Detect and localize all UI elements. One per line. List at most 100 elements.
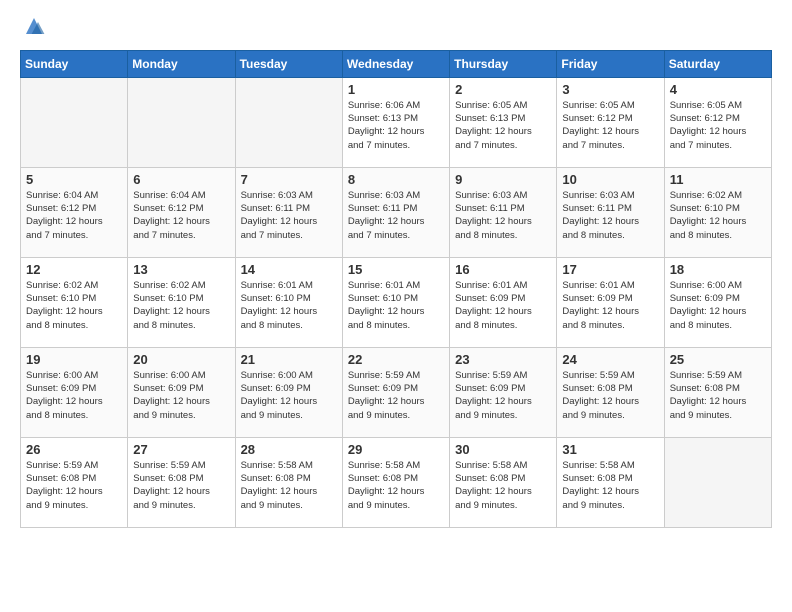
day-number: 12 [26, 262, 122, 277]
day-number: 5 [26, 172, 122, 187]
calendar-cell: 21 Sunrise: 6:00 AM Sunset: 6:09 PM Dayli… [235, 347, 342, 437]
day-info: Sunrise: 6:00 AM Sunset: 6:09 PM Dayligh… [26, 369, 122, 422]
day-of-week-header: Saturday [664, 50, 771, 77]
day-info: Sunrise: 6:05 AM Sunset: 6:12 PM Dayligh… [670, 99, 766, 152]
day-number: 6 [133, 172, 229, 187]
day-info: Sunrise: 6:00 AM Sunset: 6:09 PM Dayligh… [133, 369, 229, 422]
calendar-cell: 4 Sunrise: 6:05 AM Sunset: 6:12 PM Daylig… [664, 77, 771, 167]
day-info: Sunrise: 5:58 AM Sunset: 6:08 PM Dayligh… [455, 459, 551, 512]
day-of-week-header: Wednesday [342, 50, 449, 77]
day-number: 4 [670, 82, 766, 97]
day-info: Sunrise: 6:03 AM Sunset: 6:11 PM Dayligh… [348, 189, 444, 242]
day-number: 22 [348, 352, 444, 367]
calendar-week-row: 1 Sunrise: 6:06 AM Sunset: 6:13 PM Daylig… [21, 77, 772, 167]
logo [20, 20, 46, 40]
calendar-cell: 1 Sunrise: 6:06 AM Sunset: 6:13 PM Daylig… [342, 77, 449, 167]
calendar-cell [128, 77, 235, 167]
calendar-cell: 31Sunrise: 5:58 AM Sunset: 6:08 PM Dayli… [557, 437, 664, 527]
calendar-week-row: 5 Sunrise: 6:04 AM Sunset: 6:12 PM Daylig… [21, 167, 772, 257]
day-number: 19 [26, 352, 122, 367]
day-of-week-header: Thursday [450, 50, 557, 77]
calendar-cell: 3 Sunrise: 6:05 AM Sunset: 6:12 PM Daylig… [557, 77, 664, 167]
day-info: Sunrise: 5:58 AM Sunset: 6:08 PM Dayligh… [241, 459, 337, 512]
day-of-week-header: Sunday [21, 50, 128, 77]
day-number: 23 [455, 352, 551, 367]
calendar-cell: 6 Sunrise: 6:04 AM Sunset: 6:12 PM Daylig… [128, 167, 235, 257]
day-number: 15 [348, 262, 444, 277]
day-info: Sunrise: 6:00 AM Sunset: 6:09 PM Dayligh… [241, 369, 337, 422]
day-info: Sunrise: 6:04 AM Sunset: 6:12 PM Dayligh… [26, 189, 122, 242]
day-info: Sunrise: 5:59 AM Sunset: 6:08 PM Dayligh… [562, 369, 658, 422]
day-info: Sunrise: 6:05 AM Sunset: 6:13 PM Dayligh… [455, 99, 551, 152]
day-info: Sunrise: 6:01 AM Sunset: 6:09 PM Dayligh… [562, 279, 658, 332]
day-number: 24 [562, 352, 658, 367]
calendar-cell: 9 Sunrise: 6:03 AM Sunset: 6:11 PM Daylig… [450, 167, 557, 257]
calendar-header-row: SundayMondayTuesdayWednesdayThursdayFrid… [21, 50, 772, 77]
calendar-cell [21, 77, 128, 167]
day-of-week-header: Monday [128, 50, 235, 77]
day-info: Sunrise: 6:06 AM Sunset: 6:13 PM Dayligh… [348, 99, 444, 152]
day-number: 9 [455, 172, 551, 187]
day-number: 30 [455, 442, 551, 457]
day-info: Sunrise: 6:02 AM Sunset: 6:10 PM Dayligh… [26, 279, 122, 332]
day-number: 7 [241, 172, 337, 187]
day-number: 31 [562, 442, 658, 457]
day-info: Sunrise: 6:01 AM Sunset: 6:10 PM Dayligh… [241, 279, 337, 332]
calendar-cell [664, 437, 771, 527]
calendar-table: SundayMondayTuesdayWednesdayThursdayFrid… [20, 50, 772, 528]
day-number: 16 [455, 262, 551, 277]
calendar-cell: 19 Sunrise: 6:00 AM Sunset: 6:09 PM Dayli… [21, 347, 128, 437]
day-info: Sunrise: 5:59 AM Sunset: 6:09 PM Dayligh… [455, 369, 551, 422]
calendar-cell: 2 Sunrise: 6:05 AM Sunset: 6:13 PM Daylig… [450, 77, 557, 167]
calendar-cell: 30 Sunrise: 5:58 AM Sunset: 6:08 PM Dayli… [450, 437, 557, 527]
calendar-cell: 27 Sunrise: 5:59 AM Sunset: 6:08 PM Dayli… [128, 437, 235, 527]
calendar-cell: 18 Sunrise: 6:00 AM Sunset: 6:09 PM Dayli… [664, 257, 771, 347]
day-info: Sunrise: 6:05 AM Sunset: 6:12 PM Dayligh… [562, 99, 658, 152]
calendar-cell: 5 Sunrise: 6:04 AM Sunset: 6:12 PM Daylig… [21, 167, 128, 257]
calendar-cell: 24 Sunrise: 5:59 AM Sunset: 6:08 PM Dayli… [557, 347, 664, 437]
day-number: 2 [455, 82, 551, 97]
day-number: 14 [241, 262, 337, 277]
day-info: Sunrise: 6:01 AM Sunset: 6:09 PM Dayligh… [455, 279, 551, 332]
day-of-week-header: Tuesday [235, 50, 342, 77]
calendar-week-row: 12 Sunrise: 6:02 AM Sunset: 6:10 PM Dayli… [21, 257, 772, 347]
calendar-cell: 29 Sunrise: 5:58 AM Sunset: 6:08 PM Dayli… [342, 437, 449, 527]
calendar-cell: 10 Sunrise: 6:03 AM Sunset: 6:11 PM Dayli… [557, 167, 664, 257]
day-info: Sunrise: 6:04 AM Sunset: 6:12 PM Dayligh… [133, 189, 229, 242]
calendar-cell: 23 Sunrise: 5:59 AM Sunset: 6:09 PM Dayli… [450, 347, 557, 437]
calendar-cell: 14 Sunrise: 6:01 AM Sunset: 6:10 PM Dayli… [235, 257, 342, 347]
calendar-week-row: 19 Sunrise: 6:00 AM Sunset: 6:09 PM Dayli… [21, 347, 772, 437]
day-info: Sunrise: 6:03 AM Sunset: 6:11 PM Dayligh… [455, 189, 551, 242]
calendar-cell: 16 Sunrise: 6:01 AM Sunset: 6:09 PM Dayli… [450, 257, 557, 347]
day-number: 26 [26, 442, 122, 457]
day-number: 18 [670, 262, 766, 277]
calendar-cell: 12 Sunrise: 6:02 AM Sunset: 6:10 PM Dayli… [21, 257, 128, 347]
day-number: 20 [133, 352, 229, 367]
calendar-cell: 28 Sunrise: 5:58 AM Sunset: 6:08 PM Dayli… [235, 437, 342, 527]
day-info: Sunrise: 6:00 AM Sunset: 6:09 PM Dayligh… [670, 279, 766, 332]
day-number: 8 [348, 172, 444, 187]
day-number: 10 [562, 172, 658, 187]
day-info: Sunrise: 6:03 AM Sunset: 6:11 PM Dayligh… [241, 189, 337, 242]
day-number: 21 [241, 352, 337, 367]
day-info: Sunrise: 5:59 AM Sunset: 6:09 PM Dayligh… [348, 369, 444, 422]
day-number: 11 [670, 172, 766, 187]
calendar-cell: 7 Sunrise: 6:03 AM Sunset: 6:11 PM Daylig… [235, 167, 342, 257]
day-number: 27 [133, 442, 229, 457]
day-of-week-header: Friday [557, 50, 664, 77]
calendar-cell: 20 Sunrise: 6:00 AM Sunset: 6:09 PM Dayli… [128, 347, 235, 437]
day-number: 29 [348, 442, 444, 457]
day-number: 1 [348, 82, 444, 97]
calendar-cell: 22 Sunrise: 5:59 AM Sunset: 6:09 PM Dayli… [342, 347, 449, 437]
day-number: 28 [241, 442, 337, 457]
day-info: Sunrise: 5:59 AM Sunset: 6:08 PM Dayligh… [133, 459, 229, 512]
day-info: Sunrise: 6:02 AM Sunset: 6:10 PM Dayligh… [133, 279, 229, 332]
day-info: Sunrise: 5:59 AM Sunset: 6:08 PM Dayligh… [670, 369, 766, 422]
day-info: Sunrise: 6:02 AM Sunset: 6:10 PM Dayligh… [670, 189, 766, 242]
day-info: Sunrise: 6:03 AM Sunset: 6:11 PM Dayligh… [562, 189, 658, 242]
day-info: Sunrise: 5:58 AM Sunset: 6:08 PM Dayligh… [348, 459, 444, 512]
page-header [20, 20, 772, 40]
day-number: 13 [133, 262, 229, 277]
calendar-week-row: 26 Sunrise: 5:59 AM Sunset: 6:08 PM Dayli… [21, 437, 772, 527]
day-number: 3 [562, 82, 658, 97]
